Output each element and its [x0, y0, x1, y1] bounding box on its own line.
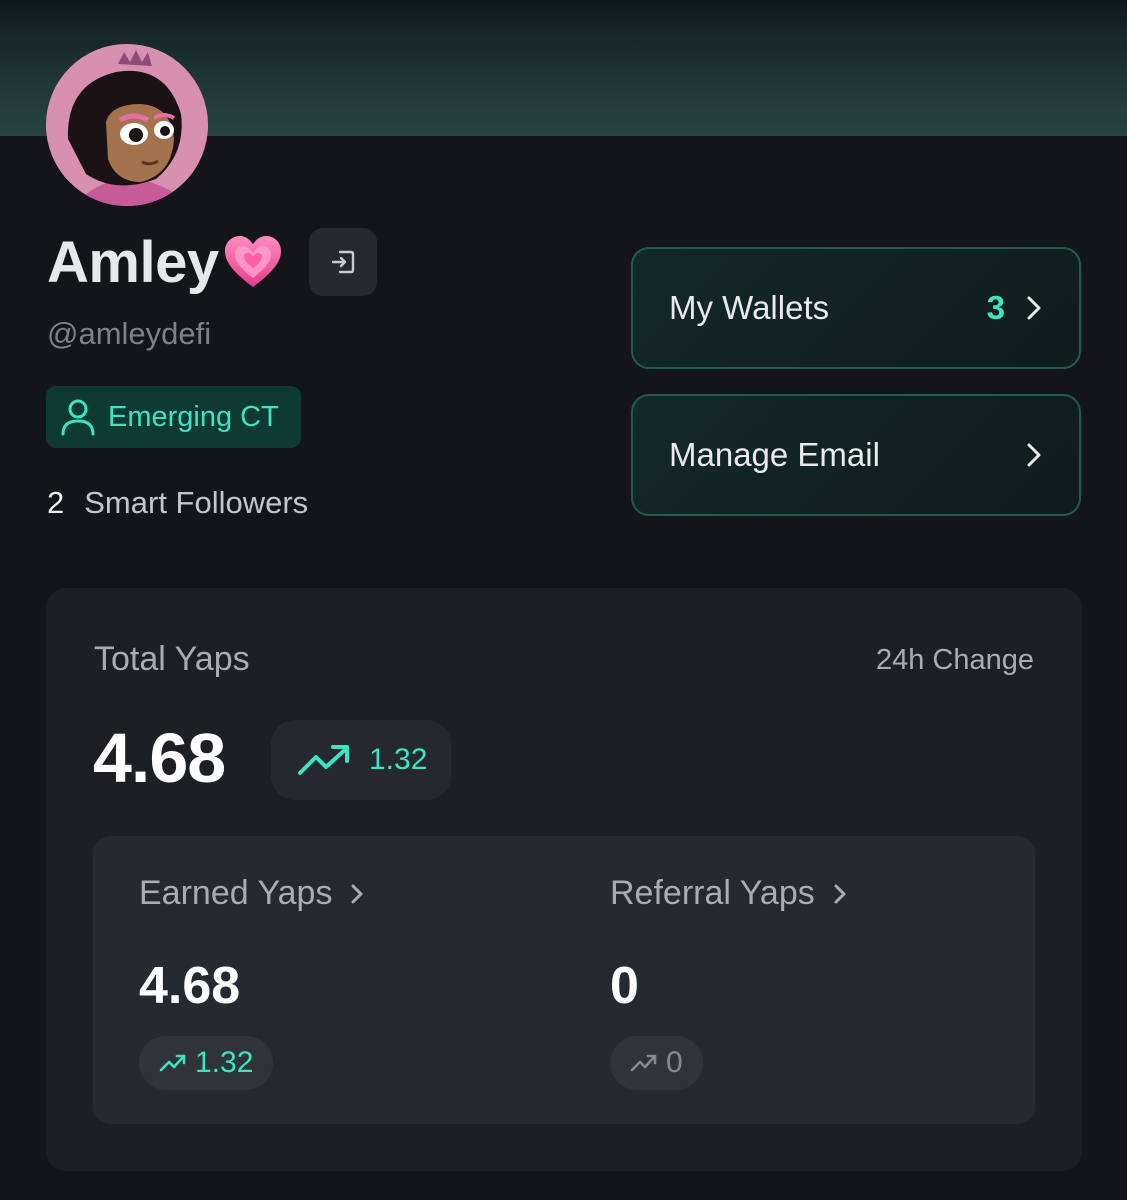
change-period-label: 24h Change [875, 644, 1034, 676]
manage-email-button[interactable]: Manage Email [631, 394, 1081, 516]
earned-yaps-value: 4.68 [139, 957, 241, 1015]
chevron-right-icon [1027, 296, 1041, 320]
smart-followers[interactable]: 2 Smart Followers [47, 485, 308, 521]
chevron-right-icon [834, 884, 846, 903]
total-yaps-change-value: 1.32 [369, 743, 428, 776]
yaps-breakdown: Earned Yaps 4.68 1.32 Referral Yaps 0 0 [93, 836, 1035, 1124]
referral-yaps-change-badge: 0 [610, 1036, 703, 1090]
earned-yaps-change-value: 1.32 [195, 1046, 254, 1079]
chevron-right-icon [351, 884, 363, 903]
heart-icon [223, 234, 283, 295]
avatar [46, 44, 208, 206]
earned-yaps-change-badge: 1.32 [139, 1036, 274, 1090]
logout-icon [331, 250, 354, 274]
my-wallets-button[interactable]: My Wallets 3 [631, 247, 1081, 369]
profile-page: Amley @amleydefi Emerging CT 2 Smart Fol… [0, 0, 1127, 1200]
trending-up-icon [159, 1054, 186, 1072]
trending-up-icon [630, 1054, 657, 1072]
referral-yaps-label: Referral Yaps [610, 874, 815, 912]
yaps-panel: Total Yaps 24h Change 4.68 1.32 Earned Y… [46, 588, 1082, 1171]
profile-handle: @amleydefi [47, 316, 212, 351]
trending-up-icon [298, 745, 349, 775]
smart-followers-label: Smart Followers [84, 485, 309, 520]
manage-email-label: Manage Email [669, 436, 880, 473]
profile-name-row: Amley [47, 228, 377, 296]
chevron-right-icon [1027, 443, 1041, 467]
total-yaps-change-badge: 1.32 [271, 720, 451, 800]
user-icon [61, 399, 95, 436]
smart-followers-count: 2 [47, 485, 65, 520]
total-yaps-label: Total Yaps [94, 640, 250, 678]
referral-yaps-change-value: 0 [666, 1046, 683, 1079]
earned-yaps-label: Earned Yaps [139, 874, 333, 912]
tier-label: Emerging CT [108, 400, 279, 433]
profile-name: Amley [47, 229, 219, 295]
referral-yaps-link[interactable]: Referral Yaps [610, 874, 847, 913]
total-yaps-value: 4.68 [93, 719, 226, 797]
my-wallets-label: My Wallets [669, 289, 830, 326]
logout-button[interactable] [308, 228, 377, 296]
earned-yaps-link[interactable]: Earned Yaps [139, 874, 364, 913]
referral-yaps-value: 0 [610, 957, 639, 1015]
wallets-count: 3 [986, 289, 1005, 326]
tier-badge: Emerging CT [46, 386, 301, 448]
